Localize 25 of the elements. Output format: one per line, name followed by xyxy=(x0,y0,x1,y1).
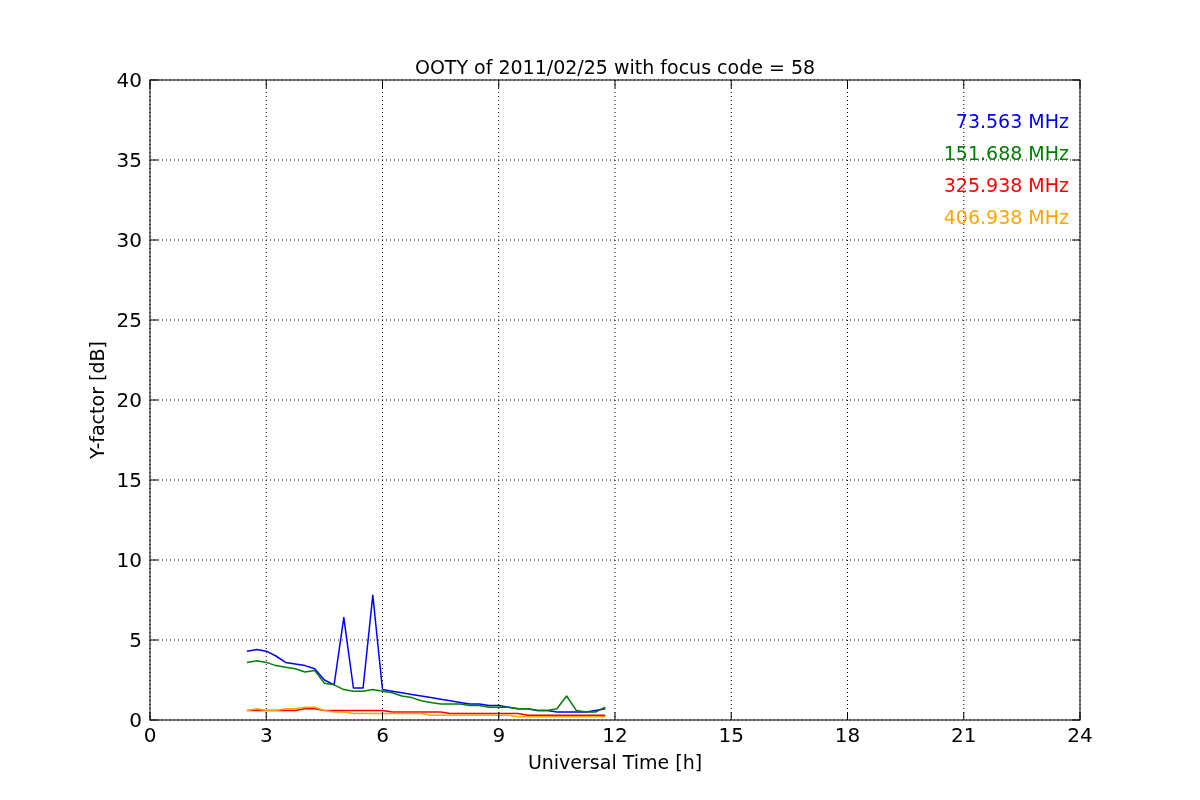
tick-label: 6 xyxy=(376,723,389,747)
tick-label: 20 xyxy=(116,388,142,412)
tick-label: 15 xyxy=(116,468,142,492)
tick-label: 15 xyxy=(718,723,744,747)
tick-label: 3 xyxy=(259,723,273,747)
tick-label: 18 xyxy=(834,723,861,747)
tick-label: 30 xyxy=(116,228,142,252)
tick-label: 0 xyxy=(129,708,142,732)
tick-label: 40 xyxy=(116,68,142,92)
tick-label: 0 xyxy=(143,723,157,747)
tick-label: 12 xyxy=(602,723,628,747)
y-axis-label: Y-factor [dB] xyxy=(86,341,108,459)
tick-label: 24 xyxy=(1067,723,1093,747)
x-axis-label: Universal Time [h] xyxy=(527,751,703,773)
tick-label: 10 xyxy=(116,548,142,572)
tick-label: 25 xyxy=(116,308,142,332)
legend-entry: 151.688 MHz xyxy=(943,142,1069,164)
tick-label: 21 xyxy=(951,723,977,747)
legend-entry: 325.938 MHz xyxy=(943,174,1069,196)
legend-entry: 73.563 MHz xyxy=(955,110,1069,132)
legend-entry: 406.938 MHz xyxy=(943,206,1069,228)
tick-label: 9 xyxy=(492,723,506,747)
chart-title: OOTY of 2011/02/25 with focus code = 58 xyxy=(414,56,816,78)
tick-label: 5 xyxy=(129,628,142,652)
tick-label: 35 xyxy=(116,148,142,172)
